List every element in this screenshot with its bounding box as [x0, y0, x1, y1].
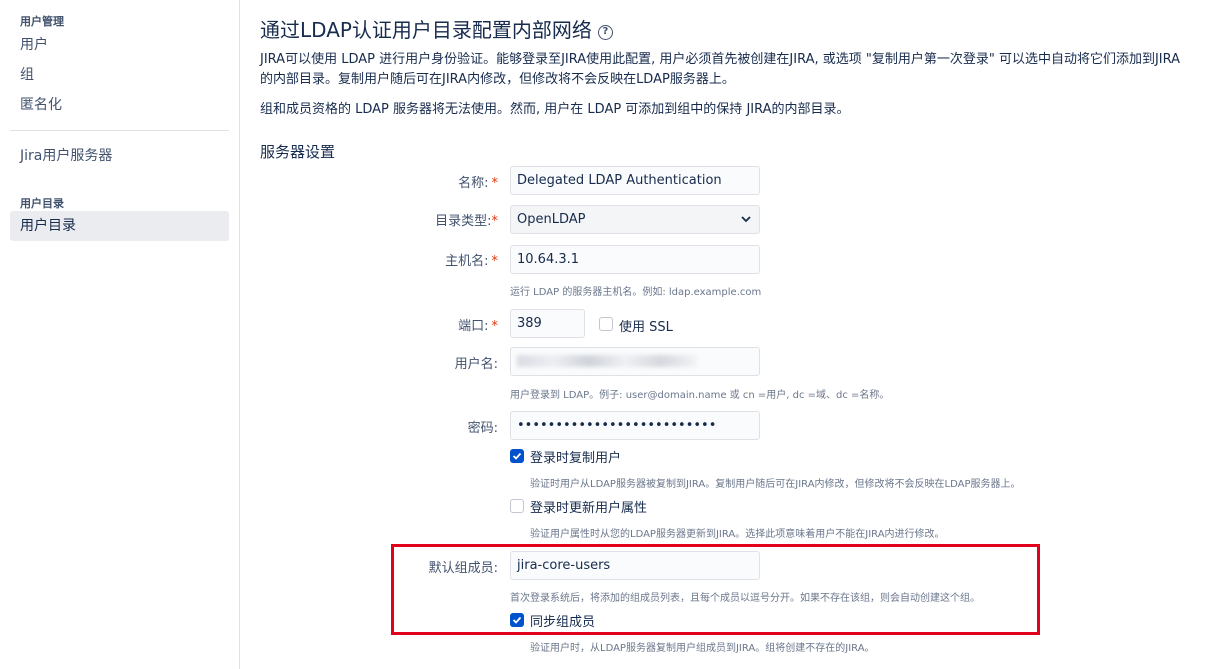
sidebar-heading-user-management: 用户管理: [20, 15, 64, 28]
port-label: 端口: *: [458, 319, 499, 334]
checkmark-icon: [512, 452, 522, 460]
sidebar-item-groups[interactable]: 组: [10, 60, 229, 90]
copy-user-hint: 验证时用户从LDAP服务器被复制到JIRA。复制用户随后可在JIRA内修改，但修…: [530, 479, 1021, 490]
name-label: 名称: *: [458, 176, 499, 191]
page-title: 通过LDAP认证用户目录配置内部网络?: [260, 14, 613, 43]
required-marker: *: [491, 254, 499, 269]
sidebar-divider: [10, 130, 229, 131]
description-ldap-auth: JIRA可以使用 LDAP 进行用户身份验证。能够登录至JIRA使用此配置, 用…: [260, 52, 1181, 87]
use-ssl-checkbox[interactable]: [599, 317, 613, 331]
sidebar: 用户管理 用户 组 匿名化 Jira用户服务器 用户目录 用户目录: [0, 0, 240, 669]
required-marker: *: [491, 319, 499, 334]
description-groups: 组和成员资格的 LDAP 服务器将无法使用。然而, 用户在 LDAP 可添加到组…: [260, 102, 850, 117]
sidebar-item-user-directories[interactable]: 用户目录: [10, 211, 229, 241]
sidebar-heading-user-directories: 用户目录: [20, 197, 64, 210]
password-input[interactable]: ••••••••••••••••••••••••••: [510, 411, 760, 440]
update-attributes-label: 登录时更新用户属性: [530, 501, 648, 516]
copy-user-checkbox[interactable]: [510, 449, 524, 463]
required-marker: *: [491, 214, 499, 229]
sidebar-item-anonymize[interactable]: 匿名化: [10, 90, 229, 120]
password-label: 密码:: [467, 421, 498, 436]
sidebar-item-users[interactable]: 用户: [10, 30, 229, 60]
update-attributes-checkbox[interactable]: [510, 499, 524, 513]
section-title-server-settings: 服务器设置: [260, 143, 336, 161]
username-input[interactable]: [510, 347, 760, 376]
page-title-text: 通过LDAP认证用户目录配置内部网络: [260, 18, 592, 42]
dirtype-label: 目录类型:*: [435, 214, 499, 229]
use-ssl-label: 使用 SSL: [619, 320, 673, 335]
chevron-down-icon: [741, 216, 751, 223]
username-hint: 用户登录到 LDAP。例子: user@domain.name 或 cn =用户…: [510, 390, 890, 401]
directory-type-select[interactable]: OpenLDAP: [510, 205, 760, 234]
sidebar-item-jira-user-server[interactable]: Jira用户服务器: [10, 141, 229, 171]
directory-type-value: OpenLDAP: [517, 212, 586, 227]
redacted-username: [517, 354, 697, 367]
port-input[interactable]: 389: [510, 309, 585, 338]
required-marker: *: [491, 176, 499, 191]
hostname-input[interactable]: 10.64.3.1: [510, 245, 760, 274]
username-label: 用户名:: [454, 357, 498, 372]
sync-group-hint: 验证用户时，从LDAP服务器复制用户组成员到JIRA。组将创建不存在的JIRA。: [530, 643, 875, 654]
highlight-annotation-box: [391, 544, 1040, 635]
copy-user-label: 登录时复制用户: [530, 451, 622, 466]
host-label: 主机名: *: [445, 254, 499, 269]
hostname-hint: 运行 LDAP 的服务器主机名。例如: ldap.example.com: [510, 287, 762, 298]
name-input[interactable]: Delegated LDAP Authentication: [510, 166, 760, 195]
help-icon[interactable]: ?: [597, 25, 613, 40]
update-attributes-hint: 验证用户属性时从您的LDAP服务器更新到JIRA。选择此项意味着用户不能在JIR…: [530, 529, 945, 540]
